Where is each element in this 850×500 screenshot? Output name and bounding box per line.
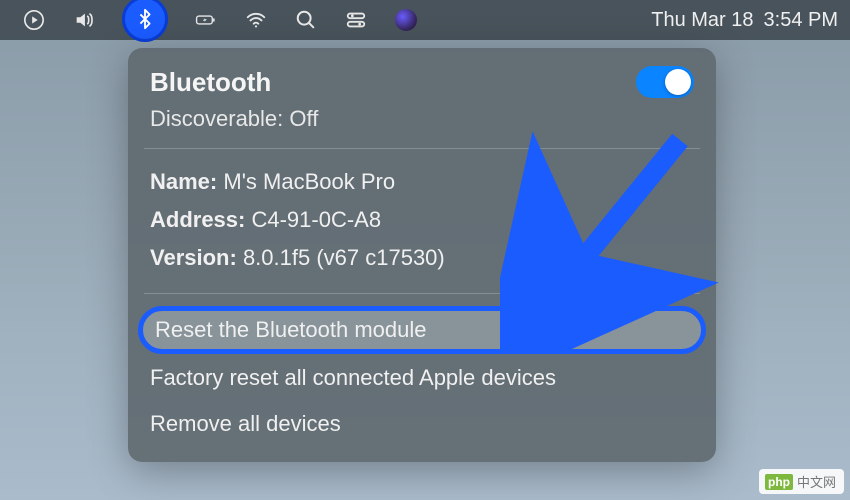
- menubar-icons: [22, 0, 418, 42]
- datetime[interactable]: Thu Mar 18 3:54 PM: [651, 9, 838, 32]
- remove-all-devices[interactable]: Remove all devices: [138, 402, 706, 446]
- name-value: M's MacBook Pro: [223, 169, 395, 194]
- menubar: Thu Mar 18 3:54 PM: [0, 0, 850, 40]
- name-label: Name:: [150, 169, 217, 194]
- factory-reset-apple-devices[interactable]: Factory reset all connected Apple device…: [138, 356, 706, 400]
- watermark-text: 中文网: [797, 472, 836, 491]
- menu-item-label: Reset the Bluetooth module: [155, 317, 427, 342]
- address-value: C4-91-0C-A8: [251, 207, 381, 232]
- battery-icon[interactable]: [194, 8, 218, 32]
- discoverable-label: Discoverable:: [150, 106, 283, 131]
- watermark: php 中文网: [759, 469, 844, 494]
- date-text: Thu Mar 18: [651, 9, 753, 32]
- bluetooth-icon: [134, 8, 156, 30]
- version-label: Version:: [150, 245, 237, 270]
- control-center-icon[interactable]: [344, 8, 368, 32]
- dropdown-title: Bluetooth: [150, 67, 271, 98]
- dropdown-header: Bluetooth: [128, 66, 716, 106]
- now-playing-icon[interactable]: [22, 8, 46, 32]
- menu-item-label: Factory reset all connected Apple device…: [150, 365, 556, 390]
- volume-icon[interactable]: [72, 8, 96, 32]
- version-value: 8.0.1f5 (v67 c17530): [243, 245, 445, 270]
- menu-item-label: Remove all devices: [150, 411, 341, 436]
- time-text: 3:54 PM: [764, 9, 838, 32]
- wifi-icon[interactable]: [244, 8, 268, 32]
- toggle-knob: [665, 69, 691, 95]
- siri-icon[interactable]: [394, 8, 418, 32]
- bluetooth-toggle[interactable]: [636, 66, 694, 98]
- watermark-logo: php: [765, 474, 793, 490]
- spotlight-icon[interactable]: [294, 8, 318, 32]
- discoverable-value: Off: [289, 106, 318, 131]
- bluetooth-menubar-highlight[interactable]: [122, 0, 168, 42]
- annotation-arrow: [500, 130, 720, 350]
- address-label: Address:: [150, 207, 245, 232]
